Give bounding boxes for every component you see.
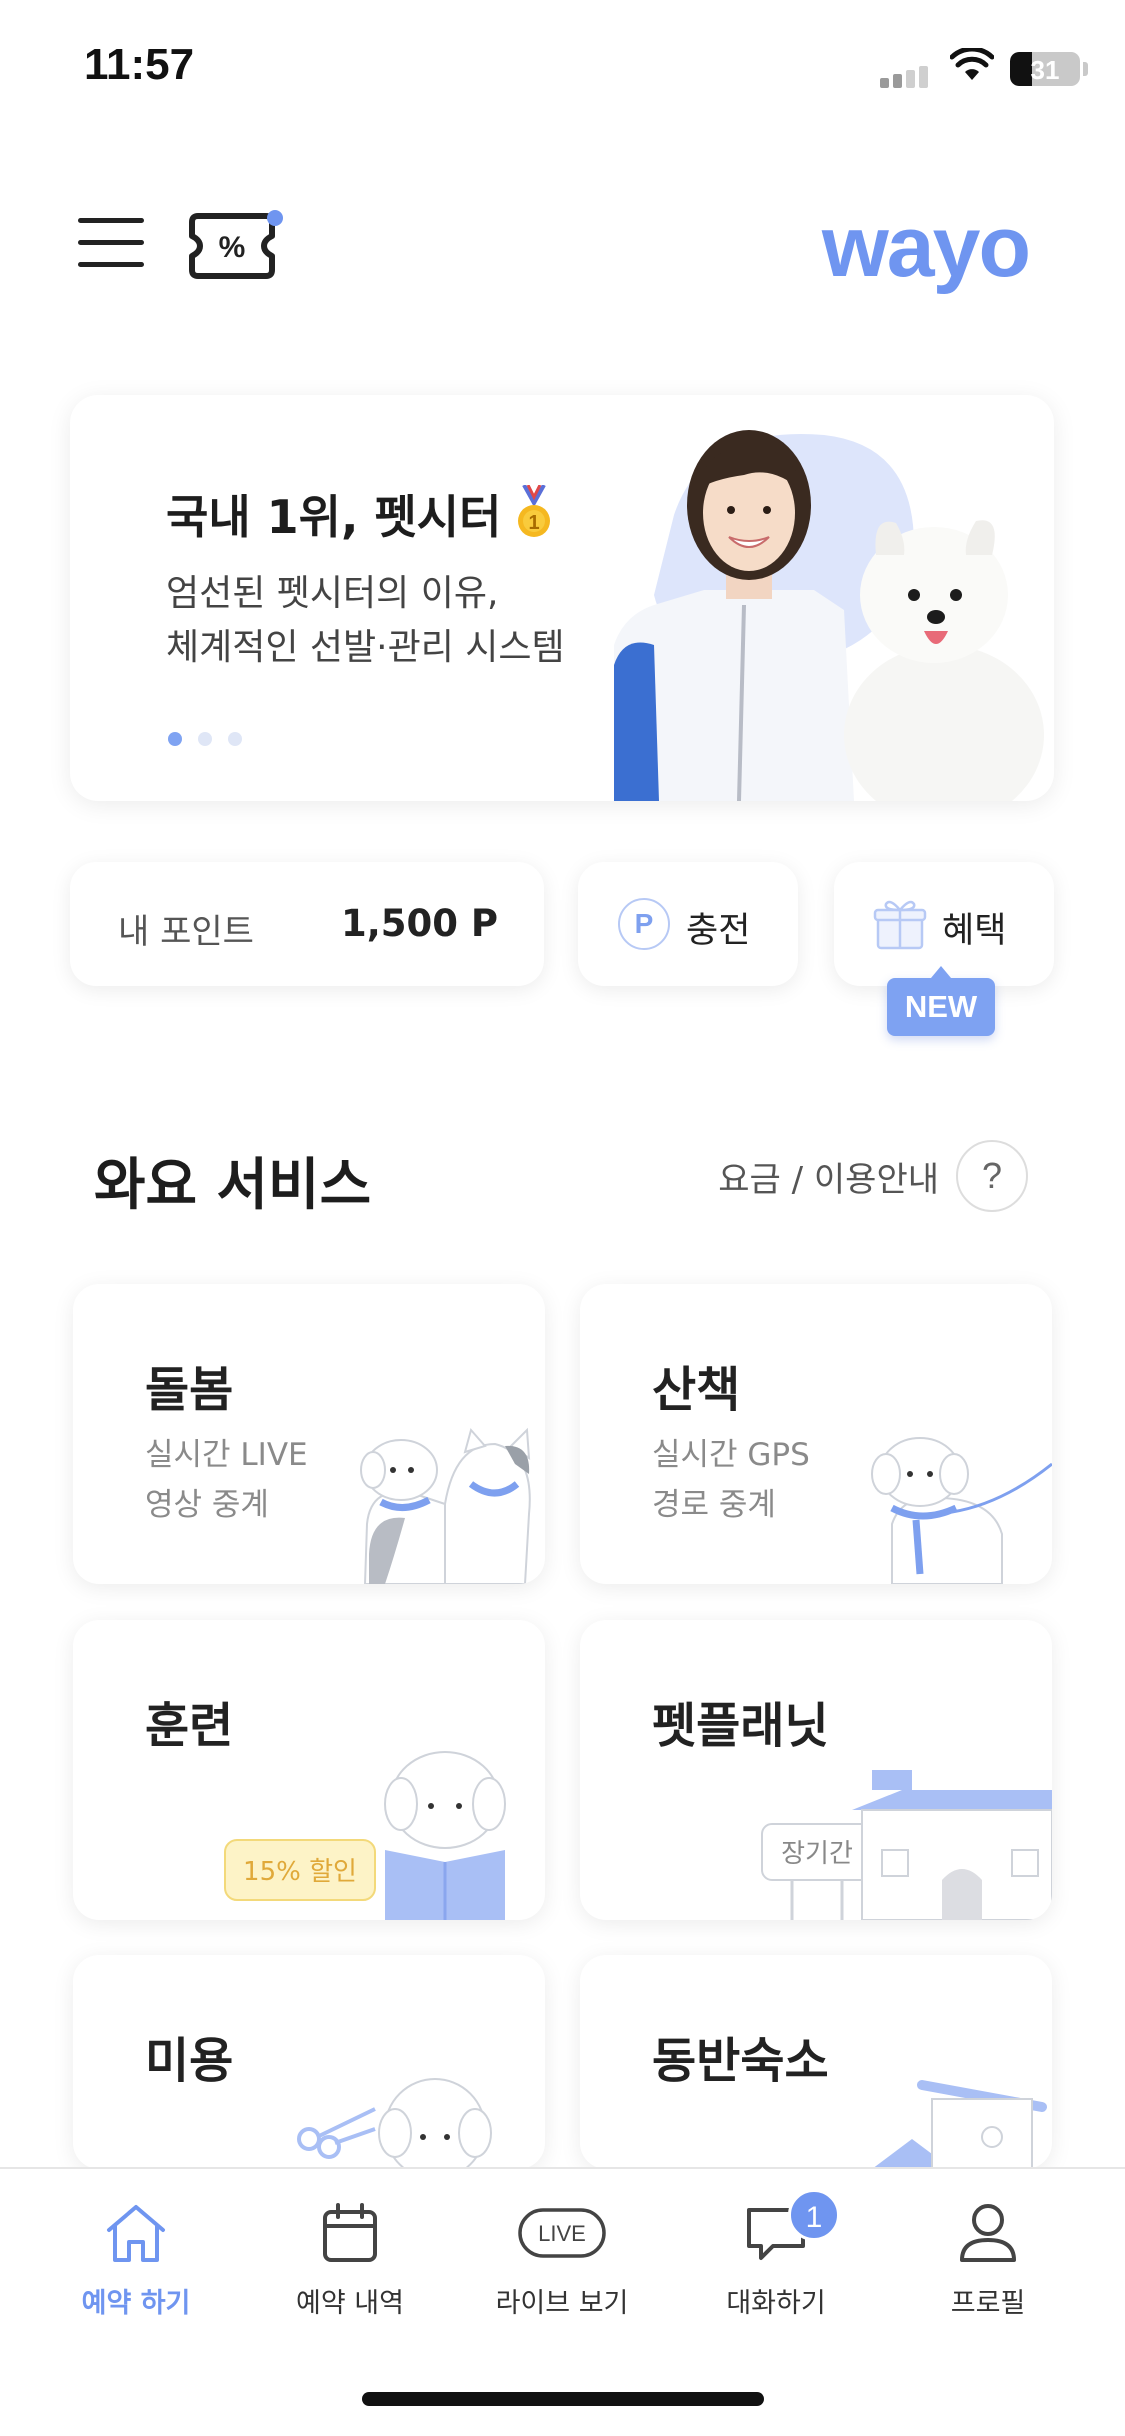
svg-text:1: 1 [528,512,539,534]
banner-desc-line: 체계적인 선발·관리 시스템 [166,627,565,668]
service-card-care[interactable]: 돌봄 실시간 LIVE 영상 중계 [73,1284,545,1584]
profile-icon [960,2204,1016,2262]
service-description: 실시간 GPS 경로 중계 [652,1430,810,1530]
menu-icon-line [78,262,144,267]
service-card-grooming[interactable]: 미용 [73,1955,545,2169]
live-icon: LIVE [518,2208,606,2258]
long-term-tag: 장기간 [781,1839,853,1869]
status-time: 11:57 [84,40,195,89]
service-name: 산책 [652,1362,741,1418]
services-section-title: 와요 서비스 [94,1153,372,1218]
tab-live[interactable]: LIVE 라이브 보기 [462,2197,662,2320]
tab-profile[interactable]: 프로필 [888,2197,1088,2320]
status-bar: 11:57 31 [0,0,1125,130]
dog-with-scissors-illustration [297,2078,492,2169]
live-icon-text: LIVE [538,2221,586,2246]
tab-chat[interactable]: 1 대화하기 [676,2189,876,2320]
home-icon [107,2205,165,2262]
service-desc-line: 실시간 GPS [652,1437,810,1473]
page-dot [228,732,242,746]
charge-label: 충전 [686,911,751,951]
tab-label: 라이브 보기 [495,2288,629,2319]
menu-icon-line [78,240,144,245]
tab-booking[interactable]: 예약 하기 [36,2197,236,2320]
service-card-walk[interactable]: 산책 실시간 GPS 경로 중계 [580,1284,1052,1584]
banner-illustration-petsitter-with-dog [614,430,1044,801]
gift-icon [873,900,927,950]
service-desc-line: 실시간 LIVE [145,1437,308,1473]
banner-desc-line: 엄선된 펫시터의 이유, [166,573,499,614]
tab-label: 대화하기 [726,2288,826,2319]
tab-label: 예약 하기 [81,2288,191,2319]
banner-description: 엄선된 펫시터의 이유, 체계적인 선발·관리 시스템 [166,567,646,675]
my-points-value: 1,500 P [340,902,498,945]
lodging-illustration [872,2080,1047,2169]
page-dot [198,732,212,746]
service-card-pet-friendly-lodging[interactable]: 동반숙소 [580,1955,1052,2169]
benefit-label: 혜택 [942,911,1007,951]
gold-medal-icon: 1 [518,485,550,537]
pet-hotel-house-illustration: 장기간 [761,1770,1052,1920]
svg-text:%: % [219,231,246,264]
banner-pagination [168,731,258,750]
charge-button[interactable]: P 충전 [578,862,798,986]
service-card-petplanet[interactable]: 펫플래닛 장기간 [580,1620,1052,1920]
dog-on-leash-illustration [871,1437,1052,1584]
tab-label: 예약 내역 [296,2288,404,2319]
tab-booking-history[interactable]: 예약 내역 [250,2197,450,2320]
calendar-icon [323,2203,377,2262]
battery-tip [1083,62,1088,76]
page-dot [168,732,182,746]
wifi-icon [950,48,994,80]
service-card-training[interactable]: 훈련 15% 할인 [73,1620,545,1920]
coupon-icon[interactable]: % [186,210,286,284]
promo-banner[interactable]: 국내 1위, 펫시터 1 엄선된 펫시터의 이유, 체계적인 선발·관리 시스템 [70,395,1054,801]
wayo-logo: wayo [821,199,1031,295]
service-description: 실시간 LIVE 영상 중계 [145,1430,308,1530]
unread-badge: 1 [788,2189,840,2241]
battery-icon: 31 [1010,52,1080,86]
new-badge: NEW [887,966,995,1036]
battery-level: 31 [1030,55,1060,85]
my-points-label: 내 포인트 [118,912,254,952]
help-button[interactable]: ? [956,1140,1028,1212]
service-name: 미용 [145,2033,234,2089]
my-points-card[interactable]: 내 포인트 1,500 P [70,862,544,986]
cellular-signal-icon [880,66,932,88]
banner-title: 국내 1위, 펫시터 [166,490,502,544]
discount-tag: 15% 할인 [243,1857,357,1887]
service-name: 돌봄 [145,1362,234,1418]
dog-reading-book-illustration: 15% 할인 [224,1751,506,1920]
menu-icon-line [78,218,144,223]
point-coin-icon: P [618,898,670,950]
dog-and-cat-illustration [360,1427,531,1584]
menu-button[interactable] [78,218,144,272]
tab-label: 프로필 [950,2288,1026,2319]
home-indicator [362,2392,764,2406]
service-desc-line: 경로 중계 [652,1487,776,1523]
service-desc-line: 영상 중계 [145,1487,269,1523]
app-header: % wayo [0,190,1125,300]
pricing-guide-link[interactable]: 요금 / 이용안내 [718,1152,939,1201]
